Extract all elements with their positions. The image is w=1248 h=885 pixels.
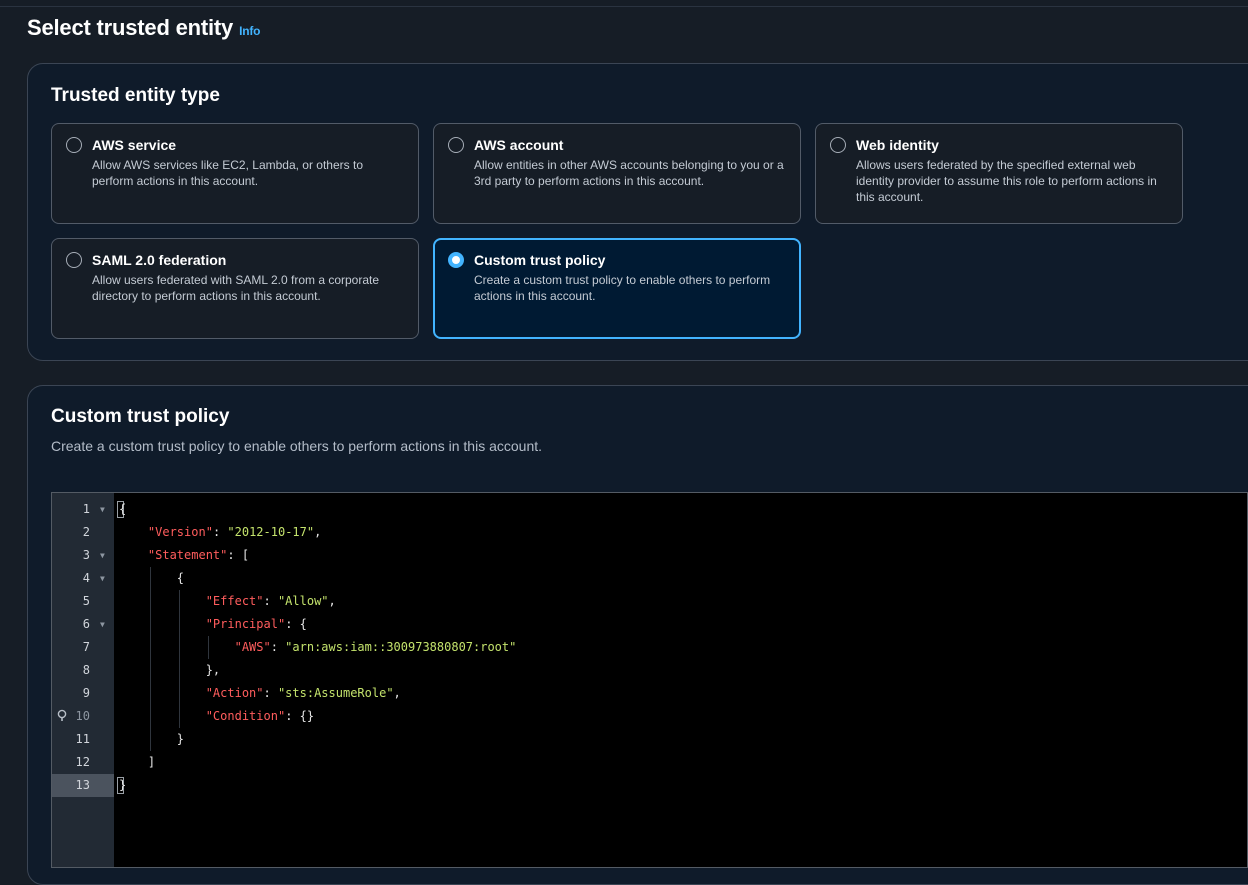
lightbulb-icon[interactable]: [56, 705, 68, 728]
option-aws-account[interactable]: AWS account Allow entities in other AWS …: [433, 123, 801, 224]
line-number: 10: [75, 709, 90, 723]
code-line: "Action": "sts:AssumeRole",: [205, 686, 401, 700]
fold-arrow-icon[interactable]: ▼: [100, 567, 105, 590]
radio-saml-federation[interactable]: [66, 252, 82, 268]
gutter-line: 8: [52, 659, 114, 682]
gutter-line: 12: [52, 751, 114, 774]
gutter-line: 2: [52, 521, 114, 544]
line-number: 12: [75, 755, 90, 769]
line-number: 1: [82, 502, 90, 516]
line-number: 9: [82, 686, 90, 700]
editor-code-area[interactable]: { "Version": "2012-10-17", "Statement": …: [114, 493, 1247, 867]
line-number: 3: [82, 548, 90, 562]
info-link[interactable]: Info: [239, 24, 260, 38]
code-line: }: [119, 732, 185, 746]
code-line: "Principal": {: [205, 617, 307, 631]
code-line: "Effect": "Allow",: [205, 594, 336, 608]
line-number: 2: [82, 525, 90, 539]
option-description: Allow entities in other AWS accounts bel…: [474, 158, 784, 188]
option-web-identity[interactable]: Web identity Allows users federated by t…: [815, 123, 1183, 224]
radio-web-identity[interactable]: [830, 137, 846, 153]
editor-gutter: 1 ▼ 2 3 ▼ 4 ▼ 5 6 ▼ 7 8 9 10 11 12 13: [52, 493, 114, 867]
option-description: Allow AWS services like EC2, Lambda, or …: [92, 158, 363, 188]
fold-arrow-icon[interactable]: ▼: [100, 613, 105, 636]
option-description: Create a custom trust policy to enable o…: [474, 273, 771, 303]
option-custom-trust-policy[interactable]: Custom trust policy Create a custom trus…: [433, 238, 801, 339]
option-title: AWS service: [92, 137, 177, 153]
code-line: "Condition": {}: [205, 709, 315, 723]
line-number: 5: [82, 594, 90, 608]
trusted-entity-type-heading: Trusted entity type: [51, 85, 220, 106]
radio-aws-service[interactable]: [66, 137, 82, 153]
top-divider: [0, 6, 1248, 7]
code-line: {: [119, 571, 185, 585]
option-description: Allow users federated with SAML 2.0 from…: [92, 273, 380, 303]
line-number: 4: [82, 571, 90, 585]
gutter-line: 10: [52, 705, 114, 728]
gutter-line: 7: [52, 636, 114, 659]
option-saml-federation[interactable]: SAML 2.0 federation Allow users federate…: [51, 238, 419, 339]
gutter-line: 1 ▼: [52, 498, 114, 521]
gutter-line-active: 13: [52, 774, 114, 797]
gutter-line: 4 ▼: [52, 567, 114, 590]
option-aws-service[interactable]: AWS service Allow AWS services like EC2,…: [51, 123, 419, 224]
option-description: Allows users federated by the specified …: [856, 158, 1157, 204]
gutter-line: 5: [52, 590, 114, 613]
line-number: 13: [75, 778, 90, 792]
custom-trust-policy-heading: Custom trust policy: [51, 406, 230, 427]
option-title: AWS account: [474, 137, 564, 153]
code-line: {: [119, 502, 127, 516]
policy-json-editor[interactable]: 1 ▼ 2 3 ▼ 4 ▼ 5 6 ▼ 7 8 9 10 11 12 13 { "Ver…: [51, 492, 1248, 868]
option-title: SAML 2.0 federation: [92, 252, 227, 268]
gutter-line: 3 ▼: [52, 544, 114, 567]
option-title: Custom trust policy: [474, 252, 606, 268]
code-line: }: [119, 778, 127, 792]
custom-trust-policy-description: Create a custom trust policy to enable o…: [51, 438, 543, 454]
gutter-line: 6 ▼: [52, 613, 114, 636]
line-number: 11: [75, 732, 90, 746]
trusted-entity-type-panel: Trusted entity type AWS service Allow AW…: [27, 63, 1248, 361]
radio-custom-trust-policy[interactable]: [448, 252, 464, 268]
page-title-text: Select trusted entity: [27, 15, 234, 40]
gutter-line: 11: [52, 728, 114, 751]
code-line: "Statement": [: [147, 548, 250, 562]
option-title: Web identity: [856, 137, 939, 153]
line-number: 7: [82, 640, 90, 654]
line-number: 6: [82, 617, 90, 631]
code-line: ]: [119, 755, 156, 769]
page-title: Select trusted entity Info: [27, 15, 260, 41]
fold-arrow-icon[interactable]: ▼: [100, 498, 105, 521]
code-line: "AWS": "arn:aws:iam::300973880807:root": [234, 640, 517, 654]
radio-aws-account[interactable]: [448, 137, 464, 153]
fold-arrow-icon[interactable]: ▼: [100, 544, 105, 567]
gutter-line: 9: [52, 682, 114, 705]
code-line: },: [119, 663, 221, 677]
line-number: 8: [82, 663, 90, 677]
code-line: "Version": "2012-10-17",: [147, 525, 322, 539]
